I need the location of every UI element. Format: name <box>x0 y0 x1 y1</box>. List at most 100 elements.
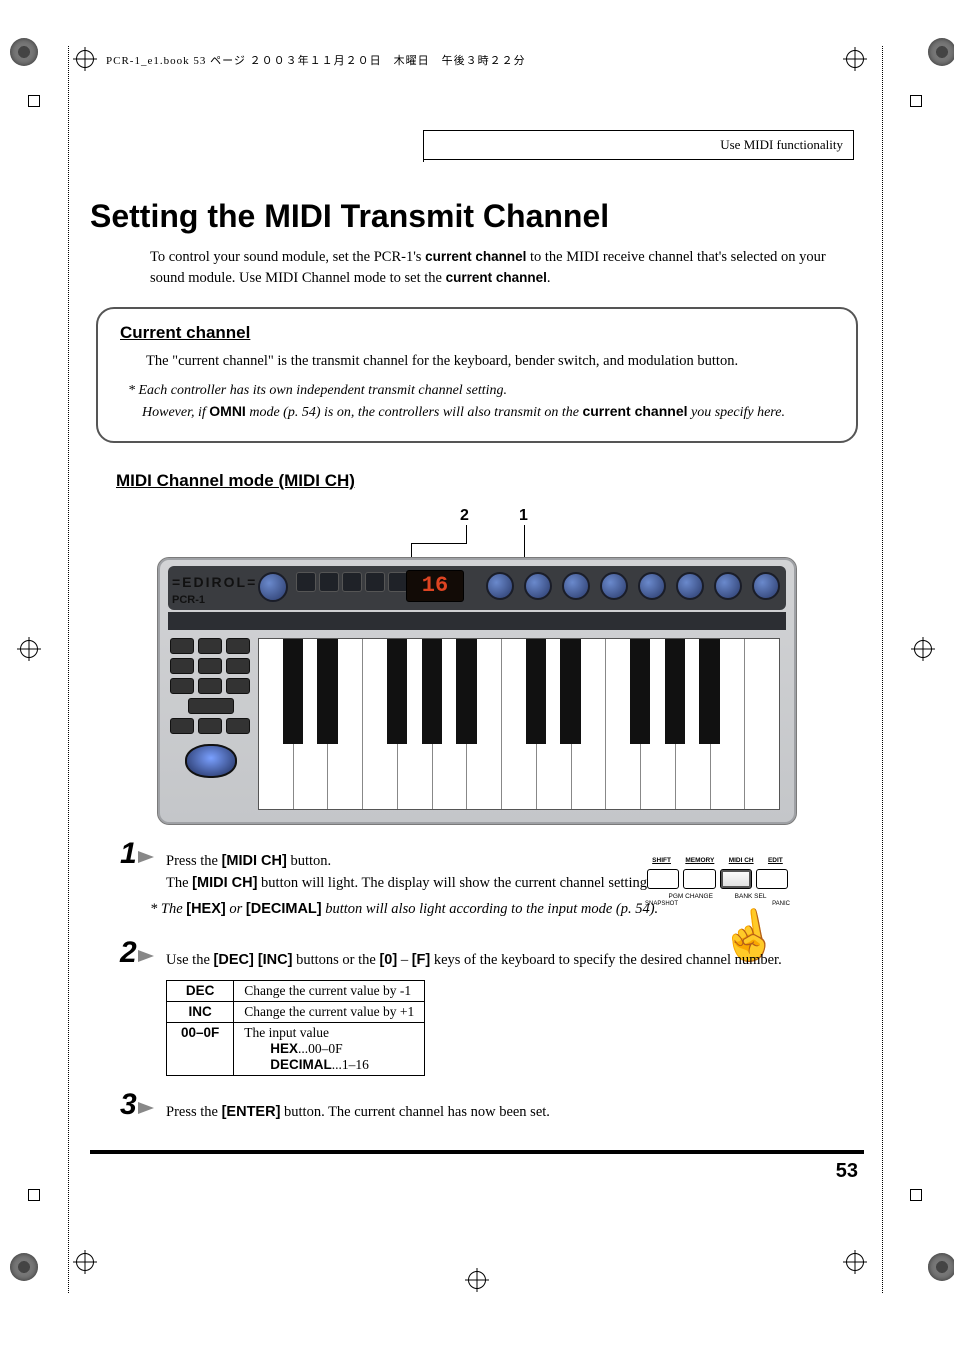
registration-mark-icon <box>468 1271 486 1289</box>
modulation-wheel-icon <box>185 744 237 778</box>
pad-icon <box>198 718 222 734</box>
bold-term: OMNI <box>209 403 246 419</box>
intro-paragraph: To control your sound module, set the PC… <box>150 247 834 289</box>
mini-button-icon <box>683 869 715 889</box>
footnote: * Each controller has its own independen… <box>128 380 834 423</box>
mode-button-icon <box>365 572 385 592</box>
bold-term: current channel <box>582 403 687 419</box>
bold-term: current channel <box>446 270 547 285</box>
crop-mark-icon <box>10 1253 38 1281</box>
text: . <box>547 270 551 286</box>
pad-icon <box>226 638 250 654</box>
frame-line <box>882 46 884 1293</box>
step-text: Use the [DEC] [INC] buttons or the [0] –… <box>166 950 834 972</box>
step-2: 2 Use the [DEC] [INC] buttons or the [0]… <box>138 950 834 1076</box>
leader-line <box>411 543 467 544</box>
mini-button-icon <box>647 869 679 889</box>
registration-mark-icon <box>846 1253 864 1271</box>
callout-2: 2 <box>460 507 469 525</box>
bold-term: current channel <box>425 249 526 264</box>
pad-icon <box>170 678 194 694</box>
bold-term: DECIMAL <box>270 1057 332 1072</box>
section-title: Current channel <box>120 323 834 343</box>
rotary-knob-icon <box>752 572 780 600</box>
subsection-title: MIDI Channel mode (MIDI CH) <box>116 471 864 491</box>
mini-sublabel-strip: PGM CHANGE BANK SEL <box>645 893 790 900</box>
breadcrumb-label: Use MIDI functionality <box>720 137 843 152</box>
pad-icon <box>170 658 194 674</box>
text: keys of the keyboard to specify the desi… <box>430 952 782 968</box>
trim-box-icon <box>28 1189 40 1201</box>
trim-box-icon <box>28 95 40 107</box>
mode-button-icon <box>388 572 408 592</box>
mode-button-icon <box>342 572 362 592</box>
text: The <box>166 875 192 891</box>
table-row: 00–0F The input value HEX...00–0F DECIMA… <box>167 1023 425 1076</box>
value-table: DEC Change the current value by -1 INC C… <box>166 980 425 1076</box>
rotary-knob-icon <box>486 572 514 600</box>
button-ref: [HEX] <box>186 901 225 917</box>
registration-mark-icon <box>914 640 932 658</box>
text: mode (p. 54) is on, the controllers will… <box>246 405 583 420</box>
label: SHIFT <box>652 857 671 865</box>
pad-icon <box>226 678 250 694</box>
text: * The <box>150 901 186 917</box>
rotary-knob-icon <box>714 572 742 600</box>
mini-button-lit-icon <box>720 869 752 889</box>
rotary-knob-icon <box>524 572 552 600</box>
text: Use the <box>166 952 214 968</box>
pad-icon <box>226 658 250 674</box>
piano-keys <box>258 638 780 810</box>
rotary-knob-icon <box>638 572 666 600</box>
label: PANIC <box>772 901 790 907</box>
pad-icon <box>198 678 222 694</box>
mini-label-strip: SHIFT MEMORY MIDI CH EDIT <box>645 857 790 865</box>
text: ...00–0F <box>298 1041 343 1056</box>
text: button will also light according to the … <box>322 901 659 917</box>
table-cell: The input value HEX...00–0F DECIMAL...1–… <box>234 1023 425 1076</box>
rotary-knob-row <box>486 572 780 600</box>
frame-line <box>68 46 70 1293</box>
label-strip <box>168 612 786 630</box>
crop-mark-icon <box>928 38 954 66</box>
device-figure: 1 2 3 =EDIROL= PCR-1 16 <box>157 505 797 825</box>
rotary-knob-icon <box>600 572 628 600</box>
button-ref: [F] <box>412 952 431 968</box>
label: MEMORY <box>685 857 714 865</box>
pad-icon <box>188 698 234 714</box>
table-cell: Change the current value by +1 <box>234 1002 425 1023</box>
page-title: Setting the MIDI Transmit Channel <box>90 198 864 235</box>
seven-segment-display: 16 <box>406 570 464 602</box>
left-control-cluster <box>170 638 252 810</box>
step-number: 3 <box>120 1088 137 1122</box>
page: PCR-1_e1.book 53 ページ ２００３年１１月２０日 木曜日 午後３… <box>0 0 954 1351</box>
table-row: INC Change the current value by +1 <box>167 1002 425 1023</box>
pad-icon <box>170 718 194 734</box>
button-ref: [DECIMAL] <box>246 901 322 917</box>
crop-mark-icon <box>928 1253 954 1281</box>
current-channel-box: Current channel The "current channel" is… <box>96 307 858 443</box>
page-number: 53 <box>90 1160 858 1183</box>
button-ref: [MIDI CH] <box>192 875 257 891</box>
rotary-knob-icon <box>562 572 590 600</box>
step-number: 2 <box>120 936 137 970</box>
registration-mark-icon <box>76 50 94 68</box>
table-row: DEC Change the current value by -1 <box>167 981 425 1002</box>
callout-1: 1 <box>519 507 528 525</box>
registration-mark-icon <box>20 640 38 658</box>
button-ref: [DEC] [INC] <box>214 952 293 968</box>
table-cell: Change the current value by -1 <box>234 981 425 1002</box>
trim-box-icon <box>910 1189 922 1201</box>
table-header-cell: 00–0F <box>167 1023 234 1076</box>
registration-mark-icon <box>846 50 864 68</box>
label: MIDI CH <box>729 857 754 865</box>
text: – <box>397 952 412 968</box>
button-ref: [ENTER] <box>222 1104 281 1120</box>
brand-logo: =EDIROL= <box>172 574 257 590</box>
text: Press the <box>166 1104 222 1120</box>
leader-line <box>466 525 467 543</box>
pad-icon <box>170 638 194 654</box>
step-1: 1 Press the [MIDI CH] button. The [MIDI … <box>138 851 834 920</box>
mode-button-icon <box>296 572 316 592</box>
text: To control your sound module, set the PC… <box>150 249 425 265</box>
